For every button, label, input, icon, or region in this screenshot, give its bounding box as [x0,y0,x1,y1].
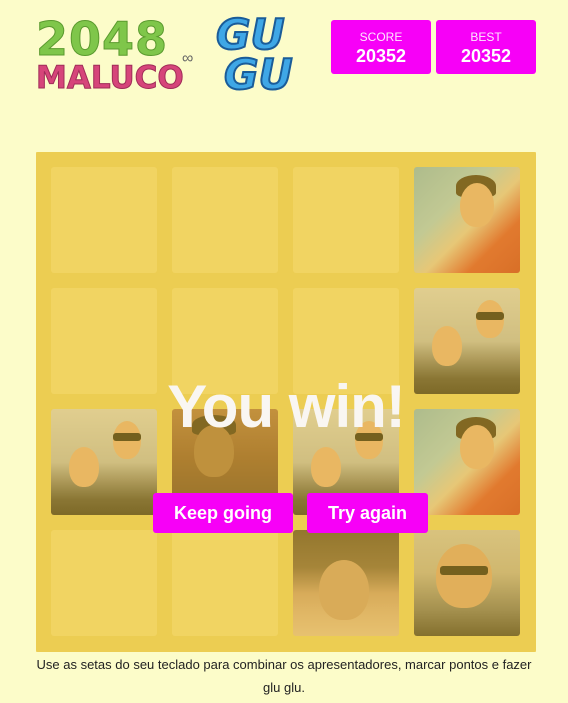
best-value: 20352 [460,46,512,66]
score-box: SCORE 20352 [331,20,431,74]
gugu-brand-logo: GU GU [202,9,312,102]
logo-brand-bottom: GU [223,49,294,100]
logo-word: MALUCO [36,60,185,97]
win-message: You win! [167,373,406,440]
try-again-button[interactable]: Try again [307,493,428,533]
logo-number: 2048 [35,12,169,67]
game-instructions: Use as setas do seu teclado para combina… [36,657,532,695]
keep-going-button[interactable]: Keep going [153,493,293,533]
infinity-icon: ∞ [182,50,194,67]
best-score-box: BEST 20352 [436,20,536,74]
best-label: BEST [470,30,502,44]
game-logo-2048: 2048 MALUCO [35,12,185,97]
score-label: SCORE [359,30,403,44]
score-value: 20352 [355,46,407,66]
